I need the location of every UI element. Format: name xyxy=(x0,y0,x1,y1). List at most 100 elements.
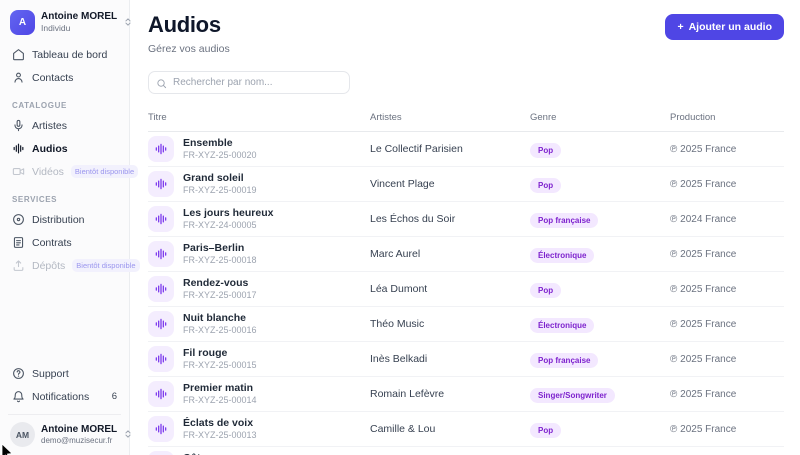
chevrons-up-down-icon xyxy=(123,14,133,32)
page-subtitle: Gérez vos audios xyxy=(148,43,230,55)
audio-production: ℗ 2025 France xyxy=(670,143,737,155)
section-label-services: SERVICES xyxy=(12,195,58,204)
audio-production: ℗ 2025 France xyxy=(670,353,737,365)
audio-title: Premier matin xyxy=(183,381,254,394)
genre-cell: Pop xyxy=(530,175,670,193)
audio-production: ℗ 2025 France xyxy=(670,283,737,295)
sidebar-item-notifications[interactable]: Notifications 6 xyxy=(8,385,121,408)
sidebar-item-label: Contacts xyxy=(32,71,74,84)
search-input[interactable] xyxy=(148,71,350,94)
sidebar-item-contacts[interactable]: Contacts xyxy=(8,66,121,89)
user-name: Antoine MOREL xyxy=(41,423,118,435)
audio-id: FR-XYZ-25-00020 xyxy=(183,149,257,160)
sidebar-item-label: Artistes xyxy=(32,119,68,132)
column-header-titre: Titre xyxy=(148,112,167,123)
workspace-switcher[interactable]: A Antoine MOREL Individu xyxy=(8,8,131,43)
genre-badge: Électronique xyxy=(530,248,595,263)
genre-badge: Électronique xyxy=(530,318,595,333)
audio-production: ℗ 2025 France xyxy=(670,318,737,330)
user-info: Antoine MOREL demo@muzisecur.fr xyxy=(41,424,117,446)
table-row[interactable]: Grand soleil FR-XYZ-25-00019 Vincent Pla… xyxy=(148,167,784,202)
add-audio-button[interactable]: + Ajouter un audio xyxy=(665,14,784,40)
audio-id: FR-XYZ-25-00018 xyxy=(183,254,257,265)
audio-artist: Romain Lefèvre xyxy=(370,388,445,400)
title-stack: Les jours heureux FR-XYZ-24-00005 xyxy=(183,207,273,231)
sidebar-item-label: Vidéos xyxy=(32,165,64,178)
sidebar-item-audios[interactable]: Audios xyxy=(8,137,121,160)
audio-waveform-icon xyxy=(148,416,174,442)
genre-badge: Pop française xyxy=(530,213,599,228)
table-row[interactable]: Les jours heureux FR-XYZ-24-00005 Les Éc… xyxy=(148,202,784,237)
page-title: Audios xyxy=(148,12,221,37)
audio-title: Les jours heureux xyxy=(183,206,274,219)
audio-title: Éclats de voix xyxy=(183,416,254,429)
audio-title: Nuit blanche xyxy=(183,311,247,324)
sidebar-item-label: Dépôts xyxy=(32,259,66,272)
sidebar-item-depots[interactable]: Dépôts Bientôt disponible xyxy=(8,254,140,277)
waveform-icon xyxy=(12,142,25,155)
app-window: A Antoine MOREL Individu Tableau de bord… xyxy=(0,0,800,455)
genre-cell: Pop xyxy=(530,140,670,158)
title-cell: Grand soleil FR-XYZ-25-00019 xyxy=(148,171,370,197)
avatar: AM xyxy=(10,422,35,447)
genre-cell: Pop française xyxy=(530,210,670,228)
main-content: Audios Gérez vos audios + Ajouter un aud… xyxy=(130,0,800,455)
audio-title: Grand soleil xyxy=(183,171,244,184)
table-row[interactable]: Fil rouge FR-XYZ-25-00015 Inès Belkadi P… xyxy=(148,342,784,377)
sidebar-item-label: Tableau de bord xyxy=(32,48,108,61)
audio-waveform-icon xyxy=(148,171,174,197)
title-stack: Rendez-vous FR-XYZ-25-00017 xyxy=(183,277,257,301)
audio-id: FR-XYZ-25-00016 xyxy=(183,324,257,335)
sidebar-item-distribution[interactable]: Distribution xyxy=(8,208,121,231)
coming-soon-badge: Bientôt disponible xyxy=(72,259,140,272)
sidebar-item-tableau-de-bord[interactable]: Tableau de bord xyxy=(8,43,121,66)
genre-badge: Pop française xyxy=(530,353,599,368)
user-icon xyxy=(12,71,25,84)
audio-waveform-icon xyxy=(148,241,174,267)
home-icon xyxy=(12,48,25,61)
audio-artist: Camille & Lou xyxy=(370,423,436,435)
table-row[interactable]: Ensemble FR-XYZ-25-00020 Le Collectif Pa… xyxy=(148,132,784,167)
user-menu[interactable]: AM Antoine MOREL demo@muzisecur.fr xyxy=(8,414,131,449)
table-row[interactable]: Éclats de voix FR-XYZ-25-00013 Camille &… xyxy=(148,412,784,447)
title-stack: Premier matin FR-XYZ-25-00014 xyxy=(183,382,257,406)
audio-artist: Les Échos du Soir xyxy=(370,213,456,225)
genre-cell: Électronique xyxy=(530,315,670,333)
genre-cell: Singer/Songwriter xyxy=(530,385,670,403)
title-stack: Nuit blanche FR-XYZ-25-00016 xyxy=(183,312,257,336)
title-cell: Fil rouge FR-XYZ-25-00015 xyxy=(148,346,370,372)
genre-badge: Singer/Songwriter xyxy=(530,388,615,403)
audio-artist: Inès Belkadi xyxy=(370,353,428,365)
title-cell: Rendez-vous FR-XYZ-25-00017 xyxy=(148,276,370,302)
table-row[interactable]: Côte sauvage FR-XYZ-24-00004 Vincent Pla… xyxy=(148,447,784,455)
avatar: A xyxy=(10,10,35,35)
sidebar-item-label: Notifications xyxy=(32,390,90,403)
table-row[interactable]: Rendez-vous FR-XYZ-25-00017 Léa Dumont P… xyxy=(148,272,784,307)
sidebar-item-support[interactable]: Support xyxy=(8,362,121,385)
audio-artist: Marc Aurel xyxy=(370,248,421,260)
audio-title: Fil rouge xyxy=(183,346,228,359)
title-cell: Nuit blanche FR-XYZ-25-00016 xyxy=(148,311,370,337)
sidebar: A Antoine MOREL Individu Tableau de bord… xyxy=(0,0,140,455)
title-cell: Les jours heureux FR-XYZ-24-00005 xyxy=(148,206,370,232)
workspace-type: Individu xyxy=(41,23,71,34)
audio-production: ℗ 2025 France xyxy=(670,388,737,400)
sidebar-item-artistes[interactable]: Artistes xyxy=(8,114,121,137)
sidebar-item-videos[interactable]: Vidéos Bientôt disponible xyxy=(8,160,139,183)
sidebar-item-contrats[interactable]: Contrats xyxy=(8,231,121,254)
audio-id: FR-XYZ-25-00017 xyxy=(183,289,257,300)
title-stack: Éclats de voix FR-XYZ-25-00013 xyxy=(183,417,257,441)
table-row[interactable]: Premier matin FR-XYZ-25-00014 Romain Lef… xyxy=(148,377,784,412)
audio-production: ℗ 2025 France xyxy=(670,423,737,435)
title-stack: Grand soleil FR-XYZ-25-00019 xyxy=(183,172,257,196)
table-row[interactable]: Nuit blanche FR-XYZ-25-00016 Théo Music … xyxy=(148,307,784,342)
audio-id: FR-XYZ-24-00005 xyxy=(183,219,257,230)
audio-production: ℗ 2024 France xyxy=(670,213,737,225)
help-icon xyxy=(12,367,25,380)
column-header-artistes: Artistes xyxy=(370,112,402,123)
page-header-text: Audios Gérez vos audios xyxy=(148,12,230,55)
column-header-genre: Genre xyxy=(530,112,557,123)
table-header: Titre Artistes Genre Production xyxy=(148,108,784,132)
audio-waveform-icon xyxy=(148,346,174,372)
table-row[interactable]: Paris–Berlin FR-XYZ-25-00018 Marc Aurel … xyxy=(148,237,784,272)
